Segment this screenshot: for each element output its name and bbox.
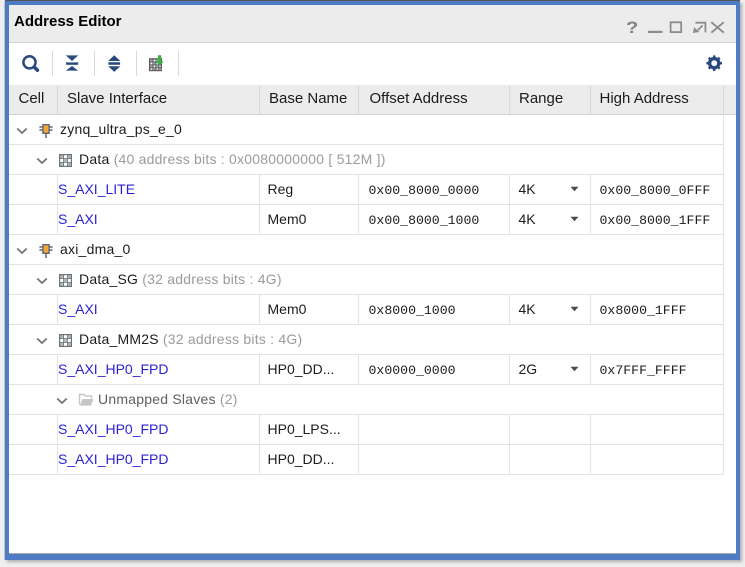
- svg-text:?: ?: [626, 17, 638, 36]
